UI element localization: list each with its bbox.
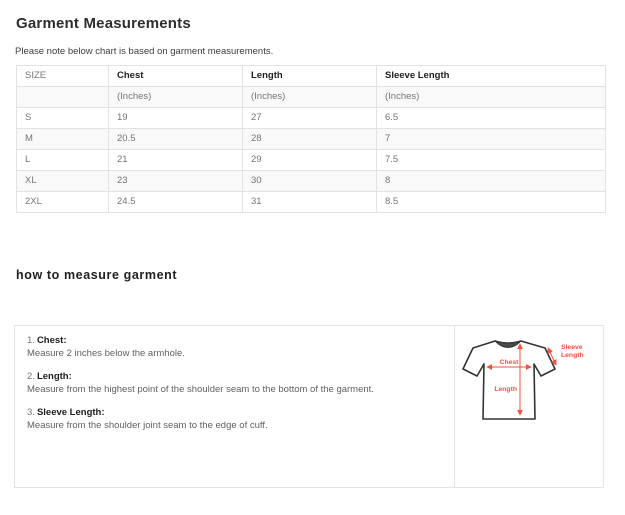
sleeve-cell: 6.5 [377,108,606,129]
units-cell [17,87,109,108]
size-cell: M [17,129,109,150]
units-cell: (Inches) [377,87,606,108]
table-units-row: (Inches) (Inches) (Inches) [17,87,606,108]
table-row-l: L 21 29 7.5 [17,150,606,171]
instruction-text: Measure from the shoulder joint seam to … [27,419,442,432]
tshirt-outline [463,341,555,419]
chest-label: Chest [500,359,520,366]
length-cell: 30 [243,171,377,192]
length-label: Length [494,386,517,393]
instruction-title: Length: [37,371,72,382]
section-title-how-to-measure: how to measure garment [16,268,625,282]
chest-cell: 23 [109,171,243,192]
table-row-2xl: 2XL 24.5 31 8.5 [17,192,606,213]
sleeve-length-label-line2: Length [561,352,584,359]
instruction-item-length: 2.Length: Measure from the highest point… [27,370,442,396]
units-cell: (Inches) [243,87,377,108]
sleeve-cell: 8 [377,171,606,192]
column-header-size: SIZE [17,66,109,87]
instruction-item-sleeve-length: 3.Sleeve Length: Measure from the should… [27,406,442,432]
length-cell: 31 [243,192,377,213]
sleeve-length-label-line1: Sleeve [561,344,583,351]
measure-instructions-box: 1.Chest: Measure 2 inches below the armh… [14,325,604,488]
size-chart-table: SIZE Chest Length Sleeve Length (Inches)… [16,65,606,213]
chest-cell: 19 [109,108,243,129]
instruction-title: Sleeve Length: [37,407,105,418]
instruction-number: 2. [27,371,35,382]
table-row-m: M 20.5 28 7 [17,129,606,150]
length-cell: 28 [243,129,377,150]
sleeve-cell: 7 [377,129,606,150]
table-header-row: SIZE Chest Length Sleeve Length [17,66,606,87]
instructions-panel: 1.Chest: Measure 2 inches below the armh… [15,326,455,487]
length-cell: 27 [243,108,377,129]
column-header-length: Length [243,66,377,87]
instruction-item-chest: 1.Chest: Measure 2 inches below the armh… [27,334,442,360]
chest-cell: 24.5 [109,192,243,213]
sleeve-cell: 8.5 [377,192,606,213]
column-header-sleeve-length: Sleeve Length [377,66,606,87]
page-title: Garment Measurements [16,15,625,32]
chest-cell: 21 [109,150,243,171]
instruction-text: Measure from the highest point of the sh… [27,383,442,396]
chest-cell: 20.5 [109,129,243,150]
sleeve-cell: 7.5 [377,150,606,171]
instruction-number: 1. [27,335,35,346]
table-row-s: S 19 27 6.5 [17,108,606,129]
size-cell: XL [17,171,109,192]
tshirt-measurement-diagram: Chest Length Sleeve Length [457,331,603,435]
chart-note: Please note below chart is based on garm… [15,46,625,57]
length-cell: 29 [243,150,377,171]
instruction-number: 3. [27,407,35,418]
units-cell: (Inches) [109,87,243,108]
size-cell: L [17,150,109,171]
instruction-title: Chest: [37,335,67,346]
diagram-panel: Chest Length Sleeve Length [455,326,603,487]
garment-measurements-page: Garment Measurements Please note below c… [0,15,625,515]
table-row-xl: XL 23 30 8 [17,171,606,192]
size-cell: 2XL [17,192,109,213]
size-cell: S [17,108,109,129]
instruction-text: Measure 2 inches below the armhole. [27,347,442,360]
column-header-chest: Chest [109,66,243,87]
